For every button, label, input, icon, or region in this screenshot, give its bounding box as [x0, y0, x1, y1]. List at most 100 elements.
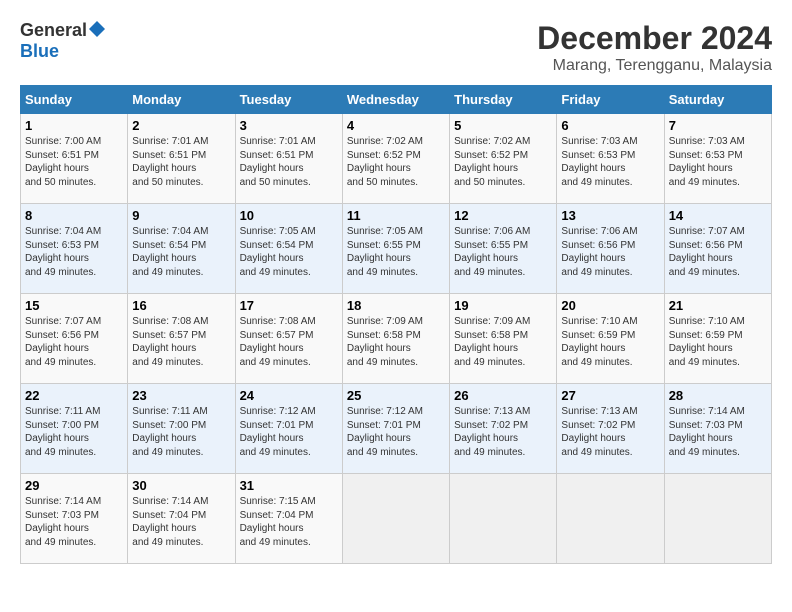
table-row	[557, 474, 664, 564]
table-row: 29 Sunrise: 7:14 AMSunset: 7:03 PMDayligh…	[21, 474, 128, 564]
day-info: Sunrise: 7:12 AMSunset: 7:01 PMDaylight …	[347, 405, 445, 459]
day-number: 14	[669, 208, 767, 223]
day-number: 23	[132, 388, 230, 403]
table-row: 15Sunrise: 7:07 AMSunset: 6:56 PMDayligh…	[21, 294, 128, 384]
col-thursday: Thursday	[450, 86, 557, 114]
day-info: Sunrise: 7:01 AMSunset: 6:51 PMDaylight …	[240, 135, 338, 189]
day-info: Sunrise: 7:04 AMSunset: 6:54 PMDaylight …	[132, 225, 230, 279]
table-row: 7 Sunrise: 7:03 AMSunset: 6:53 PMDaylight…	[664, 114, 771, 204]
header: General Blue December 2024 Marang, Teren…	[20, 20, 772, 75]
day-info: Sunrise: 7:05 AMSunset: 6:54 PMDaylight …	[240, 225, 338, 279]
day-number: 7	[669, 118, 767, 133]
table-row	[342, 474, 449, 564]
table-row	[450, 474, 557, 564]
day-number: 2	[132, 118, 230, 133]
day-info: Sunrise: 7:05 AMSunset: 6:55 PMDaylight …	[347, 225, 445, 279]
logo-triangle-icon	[89, 21, 105, 37]
table-row: 25 Sunrise: 7:12 AMSunset: 7:01 PMDayligh…	[342, 384, 449, 474]
day-number: 11	[347, 208, 445, 223]
day-number: 15	[25, 298, 123, 313]
day-number: 24	[240, 388, 338, 403]
day-info: Sunrise: 7:14 AMSunset: 7:04 PMDaylight …	[132, 495, 230, 549]
day-info: Sunrise: 7:11 AMSunset: 7:00 PMDaylight …	[132, 405, 230, 459]
table-row: 17Sunrise: 7:08 AMSunset: 6:57 PMDayligh…	[235, 294, 342, 384]
col-friday: Friday	[557, 86, 664, 114]
day-number: 16	[132, 298, 230, 313]
table-row: 23 Sunrise: 7:11 AMSunset: 7:00 PMDayligh…	[128, 384, 235, 474]
table-row: 6 Sunrise: 7:03 AMSunset: 6:53 PMDaylight…	[557, 114, 664, 204]
day-number: 1	[25, 118, 123, 133]
table-row: 4 Sunrise: 7:02 AMSunset: 6:52 PMDaylight…	[342, 114, 449, 204]
table-row: 19 Sunrise: 7:09 AMSunset: 6:58 PMDayligh…	[450, 294, 557, 384]
day-info: Sunrise: 7:00 AMSunset: 6:51 PMDaylight …	[25, 135, 123, 189]
day-number: 13	[561, 208, 659, 223]
table-row: 26Sunrise: 7:13 AMSunset: 7:02 PMDayligh…	[450, 384, 557, 474]
table-row: 12Sunrise: 7:06 AMSunset: 6:55 PMDayligh…	[450, 204, 557, 294]
day-info: Sunrise: 7:14 AMSunset: 7:03 PMDaylight …	[669, 405, 767, 459]
col-tuesday: Tuesday	[235, 86, 342, 114]
day-number: 25	[347, 388, 445, 403]
day-info: Sunrise: 7:10 AMSunset: 6:59 PMDaylight …	[561, 315, 659, 369]
table-row: 11 Sunrise: 7:05 AMSunset: 6:55 PMDayligh…	[342, 204, 449, 294]
day-number: 10	[240, 208, 338, 223]
day-info: Sunrise: 7:09 AMSunset: 6:58 PMDaylight …	[454, 315, 552, 369]
table-row: 14Sunrise: 7:07 AMSunset: 6:56 PMDayligh…	[664, 204, 771, 294]
day-number: 26	[454, 388, 552, 403]
table-row: 10 Sunrise: 7:05 AMSunset: 6:54 PMDayligh…	[235, 204, 342, 294]
table-row: 5Sunrise: 7:02 AMSunset: 6:52 PMDaylight…	[450, 114, 557, 204]
day-info: Sunrise: 7:12 AMSunset: 7:01 PMDaylight …	[240, 405, 338, 459]
table-row: 2 Sunrise: 7:01 AMSunset: 6:51 PMDaylight…	[128, 114, 235, 204]
day-number: 9	[132, 208, 230, 223]
calendar-row: 1 Sunrise: 7:00 AMSunset: 6:51 PMDaylight…	[21, 114, 772, 204]
subtitle: Marang, Terengganu, Malaysia	[537, 57, 772, 75]
day-number: 20	[561, 298, 659, 313]
day-info: Sunrise: 7:02 AMSunset: 6:52 PMDaylight …	[347, 135, 445, 189]
day-number: 17	[240, 298, 338, 313]
logo: General Blue	[20, 20, 105, 62]
day-number: 30	[132, 478, 230, 493]
logo-blue-text: Blue	[20, 41, 59, 61]
col-saturday: Saturday	[664, 86, 771, 114]
day-info: Sunrise: 7:03 AMSunset: 6:53 PMDaylight …	[669, 135, 767, 189]
day-info: Sunrise: 7:13 AMSunset: 7:02 PMDaylight …	[561, 405, 659, 459]
calendar-table: Sunday Monday Tuesday Wednesday Thursday…	[20, 85, 772, 564]
col-wednesday: Wednesday	[342, 86, 449, 114]
table-row: 22 Sunrise: 7:11 AMSunset: 7:00 PMDayligh…	[21, 384, 128, 474]
table-row: 8Sunrise: 7:04 AMSunset: 6:53 PMDaylight…	[21, 204, 128, 294]
day-info: Sunrise: 7:06 AMSunset: 6:56 PMDaylight …	[561, 225, 659, 279]
table-row: 24 Sunrise: 7:12 AMSunset: 7:01 PMDayligh…	[235, 384, 342, 474]
day-number: 8	[25, 208, 123, 223]
title-section: December 2024 Marang, Terengganu, Malays…	[537, 20, 772, 75]
calendar-row: 15Sunrise: 7:07 AMSunset: 6:56 PMDayligh…	[21, 294, 772, 384]
calendar-row: 22 Sunrise: 7:11 AMSunset: 7:00 PMDayligh…	[21, 384, 772, 474]
day-info: Sunrise: 7:11 AMSunset: 7:00 PMDaylight …	[25, 405, 123, 459]
table-row: 18 Sunrise: 7:09 AMSunset: 6:58 PMDayligh…	[342, 294, 449, 384]
table-row: 21Sunrise: 7:10 AMSunset: 6:59 PMDayligh…	[664, 294, 771, 384]
day-info: Sunrise: 7:03 AMSunset: 6:53 PMDaylight …	[561, 135, 659, 189]
day-number: 18	[347, 298, 445, 313]
day-info: Sunrise: 7:08 AMSunset: 6:57 PMDaylight …	[132, 315, 230, 369]
table-row: 16 Sunrise: 7:08 AMSunset: 6:57 PMDayligh…	[128, 294, 235, 384]
day-number: 22	[25, 388, 123, 403]
day-number: 27	[561, 388, 659, 403]
col-sunday: Sunday	[21, 86, 128, 114]
table-row: 1 Sunrise: 7:00 AMSunset: 6:51 PMDaylight…	[21, 114, 128, 204]
day-number: 29	[25, 478, 123, 493]
day-info: Sunrise: 7:09 AMSunset: 6:58 PMDaylight …	[347, 315, 445, 369]
day-number: 12	[454, 208, 552, 223]
day-number: 6	[561, 118, 659, 133]
day-info: Sunrise: 7:14 AMSunset: 7:03 PMDaylight …	[25, 495, 123, 549]
table-row: 28 Sunrise: 7:14 AMSunset: 7:03 PMDayligh…	[664, 384, 771, 474]
day-number: 19	[454, 298, 552, 313]
day-number: 31	[240, 478, 338, 493]
day-info: Sunrise: 7:10 AMSunset: 6:59 PMDaylight …	[669, 315, 767, 369]
day-info: Sunrise: 7:01 AMSunset: 6:51 PMDaylight …	[132, 135, 230, 189]
col-monday: Monday	[128, 86, 235, 114]
day-number: 4	[347, 118, 445, 133]
day-number: 3	[240, 118, 338, 133]
day-number: 28	[669, 388, 767, 403]
day-info: Sunrise: 7:02 AMSunset: 6:52 PMDaylight …	[454, 135, 552, 189]
table-row: 31Sunrise: 7:15 AMSunset: 7:04 PMDayligh…	[235, 474, 342, 564]
main-title: December 2024	[537, 20, 772, 57]
table-row: 9 Sunrise: 7:04 AMSunset: 6:54 PMDaylight…	[128, 204, 235, 294]
